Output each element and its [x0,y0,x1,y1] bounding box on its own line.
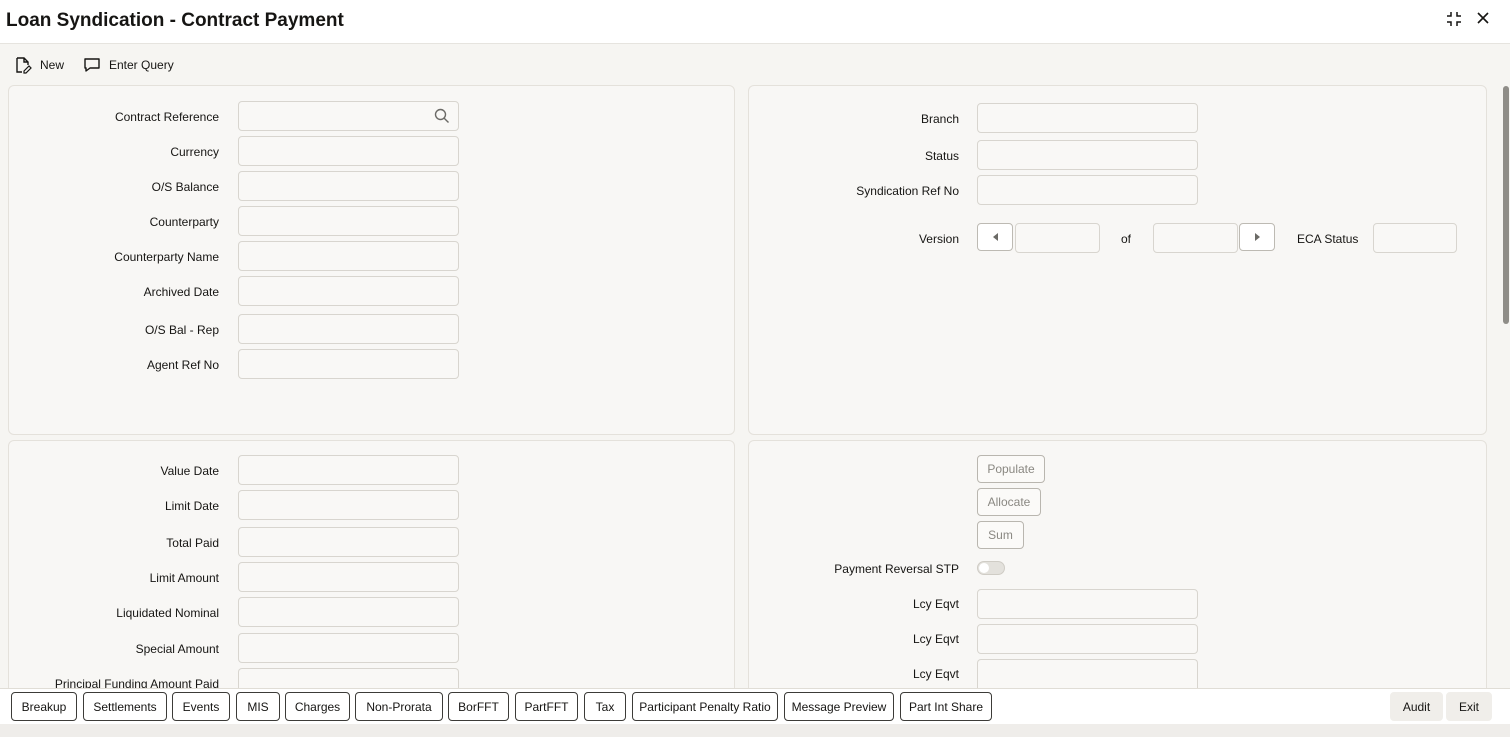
charges-button[interactable]: Charges [285,692,350,721]
counterparty-input[interactable] [238,206,459,236]
payment-reversal-stp-label: Payment Reversal STP [834,562,959,576]
participant-penalty-ratio-button[interactable]: Participant Penalty Ratio [632,692,778,721]
non-prorata-button[interactable]: Non-Prorata [355,692,443,721]
liquidated-nominal-input[interactable] [238,597,459,627]
os-balance-input[interactable] [238,171,459,201]
branch-input[interactable] [977,103,1198,133]
eca-status-label: ECA Status [1297,232,1359,246]
principal-funding-amount-paid-input[interactable] [238,668,459,688]
currency-input[interactable] [238,136,459,166]
os-bal-rep-input[interactable] [238,314,459,344]
syndication-ref-no-label: Syndication Ref No [856,184,959,198]
total-paid-label: Total Paid [166,536,219,550]
lcy-eqvt-2-label: Lcy Eqvt [912,632,959,646]
os-balance-label: O/S Balance [151,180,219,194]
header-right-panel [748,85,1487,435]
partfft-button[interactable]: PartFFT [515,692,578,721]
toggle-knob [979,563,989,573]
events-button[interactable]: Events [172,692,230,721]
archived-date-input[interactable] [238,276,459,306]
borfft-button[interactable]: BorFFT [448,692,509,721]
enter-query-label: Enter Query [109,58,174,72]
scrollbar-thumb[interactable] [1503,86,1509,324]
agent-ref-no-label: Agent Ref No [146,358,219,372]
currency-label: Currency [170,145,219,159]
message-preview-button[interactable]: Message Preview [784,692,894,721]
special-amount-input[interactable] [238,633,459,663]
limit-date-input[interactable] [238,490,459,520]
lcy-eqvt-1-label: Lcy Eqvt [912,597,959,611]
liquidated-nominal-label: Liquidated Nominal [116,606,219,620]
value-date-input[interactable] [238,455,459,485]
eca-status-input[interactable] [1373,223,1457,253]
caret-left-icon [992,233,998,241]
new-button[interactable]: New [14,56,64,74]
bottom-strip [0,724,1510,737]
exit-button[interactable]: Exit [1446,692,1492,721]
limit-amount-input[interactable] [238,562,459,592]
archived-date-label: Archived Date [143,285,219,299]
version-current-input[interactable] [1015,223,1100,253]
title-bar: Loan Syndication - Contract Payment [0,0,1510,44]
audit-button[interactable]: Audit [1390,692,1443,721]
page-title: Loan Syndication - Contract Payment [6,10,344,31]
enter-query-button[interactable]: Enter Query [83,56,174,74]
contract-reference-input[interactable] [238,101,459,131]
payment-reversal-stp-toggle[interactable] [977,561,1005,575]
counterparty-name-label: Counterparty Name [114,250,219,264]
allocate-button[interactable]: Allocate [977,488,1041,516]
counterparty-name-input[interactable] [238,241,459,271]
settlements-button[interactable]: Settlements [83,692,167,721]
breakup-button[interactable]: Breakup [11,692,77,721]
value-date-label: Value Date [160,464,219,478]
expand-icon[interactable] [1444,10,1464,30]
version-label: Version [918,232,959,246]
caret-right-icon [1254,233,1260,241]
version-of-label: of [1121,232,1132,246]
lcy-eqvt-2-input[interactable] [977,624,1198,654]
status-label: Status [924,149,959,163]
lcy-eqvt-3-input[interactable] [977,659,1198,688]
syndication-ref-no-input[interactable] [977,175,1198,205]
tax-button[interactable]: Tax [584,692,626,721]
limit-date-label: Limit Date [164,499,219,513]
lcy-eqvt-1-input[interactable] [977,589,1198,619]
populate-button[interactable]: Populate [977,455,1045,483]
total-paid-input[interactable] [238,527,459,557]
counterparty-label: Counterparty [149,215,219,229]
comment-icon [84,58,100,72]
lcy-eqvt-3-label: Lcy Eqvt [912,667,959,681]
search-icon[interactable] [434,108,450,124]
toolbar: New Enter Query [0,44,1510,84]
status-input[interactable] [977,140,1198,170]
special-amount-label: Special Amount [135,642,219,656]
sum-button[interactable]: Sum [977,521,1024,549]
previous-version-button[interactable] [977,223,1013,251]
contract-reference-label: Contract Reference [114,110,219,124]
version-total-input[interactable] [1153,223,1238,253]
next-version-button[interactable] [1239,223,1275,251]
part-int-share-button[interactable]: Part Int Share [900,692,992,721]
limit-amount-label: Limit Amount [149,571,219,585]
os-bal-rep-label: O/S Bal - Rep [144,323,219,337]
footer-toolbar: Breakup Settlements Events MIS Charges N… [0,688,1510,724]
branch-label: Branch [920,112,959,126]
mis-button[interactable]: MIS [236,692,280,721]
new-document-icon [16,57,32,74]
close-icon[interactable] [1473,10,1493,30]
agent-ref-no-input[interactable] [238,349,459,379]
scrollbar[interactable] [1500,84,1510,688]
new-label: New [40,58,65,72]
